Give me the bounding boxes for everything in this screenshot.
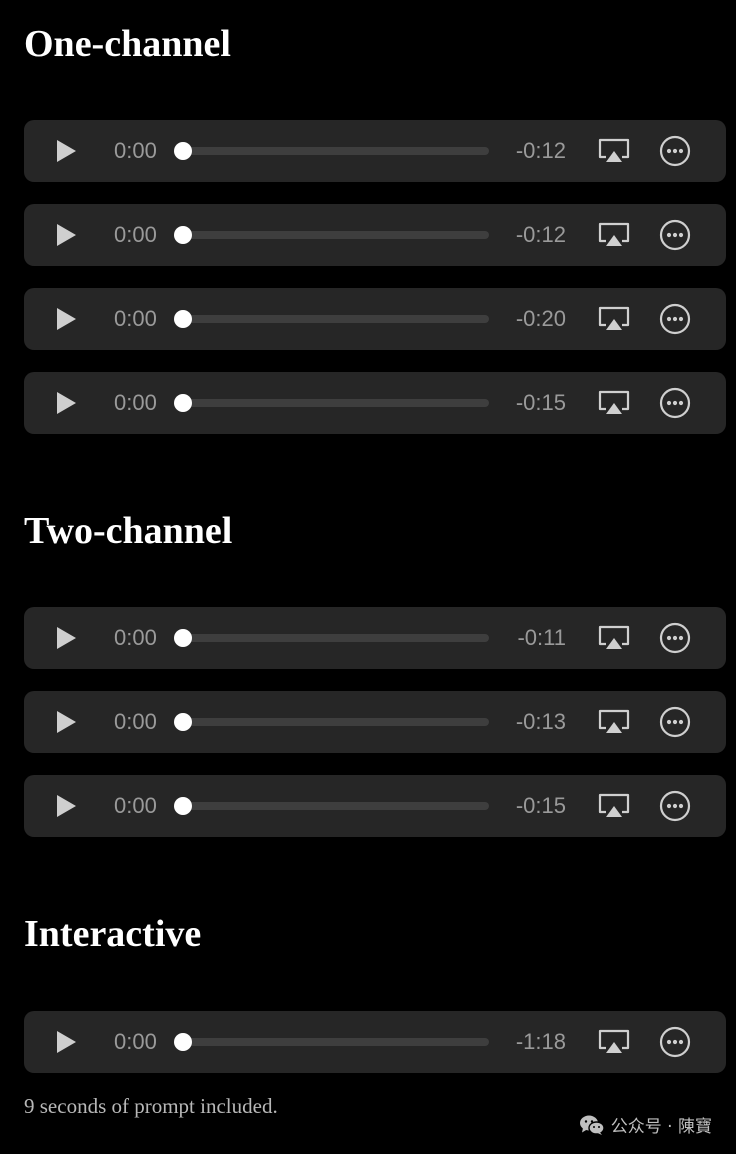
remaining-time: -0:12 [515,138,566,163]
progress-slider[interactable] [174,713,489,731]
audio-player: 0:00 -1:18 [24,1011,726,1073]
airplay-button[interactable] [596,1027,632,1057]
airplay-button[interactable] [596,623,632,653]
audio-player: 0:00 -0:15 [24,372,726,434]
progress-thumb[interactable] [174,629,192,647]
audio-player: 0:00 -0:12 [24,120,726,182]
progress-slider[interactable] [174,226,489,244]
progress-thumb[interactable] [174,797,192,815]
more-options-icon [659,219,691,251]
airplay-button[interactable] [596,136,632,166]
more-options-button[interactable] [659,135,691,167]
progress-thumb[interactable] [174,226,192,244]
more-options-button[interactable] [659,387,691,419]
current-time: 0:00 [114,625,157,650]
watermark: 公众号 · 陳寶 [579,1112,712,1137]
progress-thumb[interactable] [174,142,192,160]
audio-player: 0:00 -0:15 [24,775,726,837]
remaining-time: -0:12 [515,222,566,247]
more-options-icon [659,706,691,738]
audio-player: 0:00 -0:12 [24,204,726,266]
airplay-button[interactable] [596,304,632,334]
airplay-icon [598,709,630,733]
play-icon [57,711,76,733]
more-options-button[interactable] [659,622,691,654]
airplay-button[interactable] [596,791,632,821]
current-time: 0:00 [114,1029,157,1054]
remaining-time: -0:15 [515,390,566,415]
progress-thumb[interactable] [174,310,192,328]
section-title-two-channel: Two-channel [24,510,233,552]
caption: 9 seconds of prompt included. [24,1094,278,1118]
remaining-time: -0:11 [517,625,566,650]
remaining-time: -0:20 [515,306,566,331]
more-options-button[interactable] [659,706,691,738]
play-icon [57,627,76,649]
more-options-icon [659,387,691,419]
more-options-icon [659,303,691,335]
progress-slider[interactable] [174,310,489,328]
progress-slider[interactable] [174,629,489,647]
progress-thumb[interactable] [174,1033,192,1051]
current-time: 0:00 [114,138,157,163]
audio-player: 0:00 -0:20 [24,288,726,350]
more-options-button[interactable] [659,1026,691,1058]
play-button[interactable] [52,304,80,334]
section-title-interactive: Interactive [24,913,202,955]
progress-slider[interactable] [174,797,489,815]
play-button[interactable] [52,388,80,418]
play-icon [57,795,76,817]
airplay-icon [598,1029,630,1053]
more-options-icon [659,622,691,654]
current-time: 0:00 [114,709,157,734]
progress-thumb[interactable] [174,713,192,731]
current-time: 0:00 [114,222,157,247]
airplay-icon [598,390,630,414]
progress-slider[interactable] [174,394,489,412]
more-options-icon [659,1026,691,1058]
audio-player: 0:00 -0:13 [24,691,726,753]
remaining-time: -1:18 [515,1029,566,1054]
airplay-icon [598,138,630,162]
audio-player: 0:00 -0:11 [24,607,726,669]
play-button[interactable] [52,136,80,166]
more-options-button[interactable] [659,790,691,822]
progress-slider[interactable] [174,142,489,160]
play-button[interactable] [52,707,80,737]
airplay-icon [598,306,630,330]
airplay-icon [598,222,630,246]
play-button[interactable] [52,791,80,821]
current-time: 0:00 [114,306,157,331]
progress-thumb[interactable] [174,394,192,412]
airplay-button[interactable] [596,707,632,737]
more-options-icon [659,790,691,822]
play-icon [57,140,76,162]
play-button[interactable] [52,623,80,653]
airplay-button[interactable] [596,388,632,418]
section-title-one-channel: One-channel [24,23,231,65]
current-time: 0:00 [114,793,157,818]
current-time: 0:00 [114,390,157,415]
play-icon [57,224,76,246]
airplay-icon [598,625,630,649]
airplay-button[interactable] [596,220,632,250]
watermark-text: 公众号 · 陳寶 [610,1117,712,1137]
more-options-icon [659,135,691,167]
wechat-icon [579,1114,605,1136]
play-button[interactable] [52,1027,80,1057]
play-icon [57,308,76,330]
remaining-time: -0:13 [515,709,566,734]
progress-slider[interactable] [174,1033,489,1051]
play-icon [57,1031,76,1053]
airplay-icon [598,793,630,817]
play-button[interactable] [52,220,80,250]
more-options-button[interactable] [659,303,691,335]
remaining-time: -0:15 [515,793,566,818]
more-options-button[interactable] [659,219,691,251]
play-icon [57,392,76,414]
